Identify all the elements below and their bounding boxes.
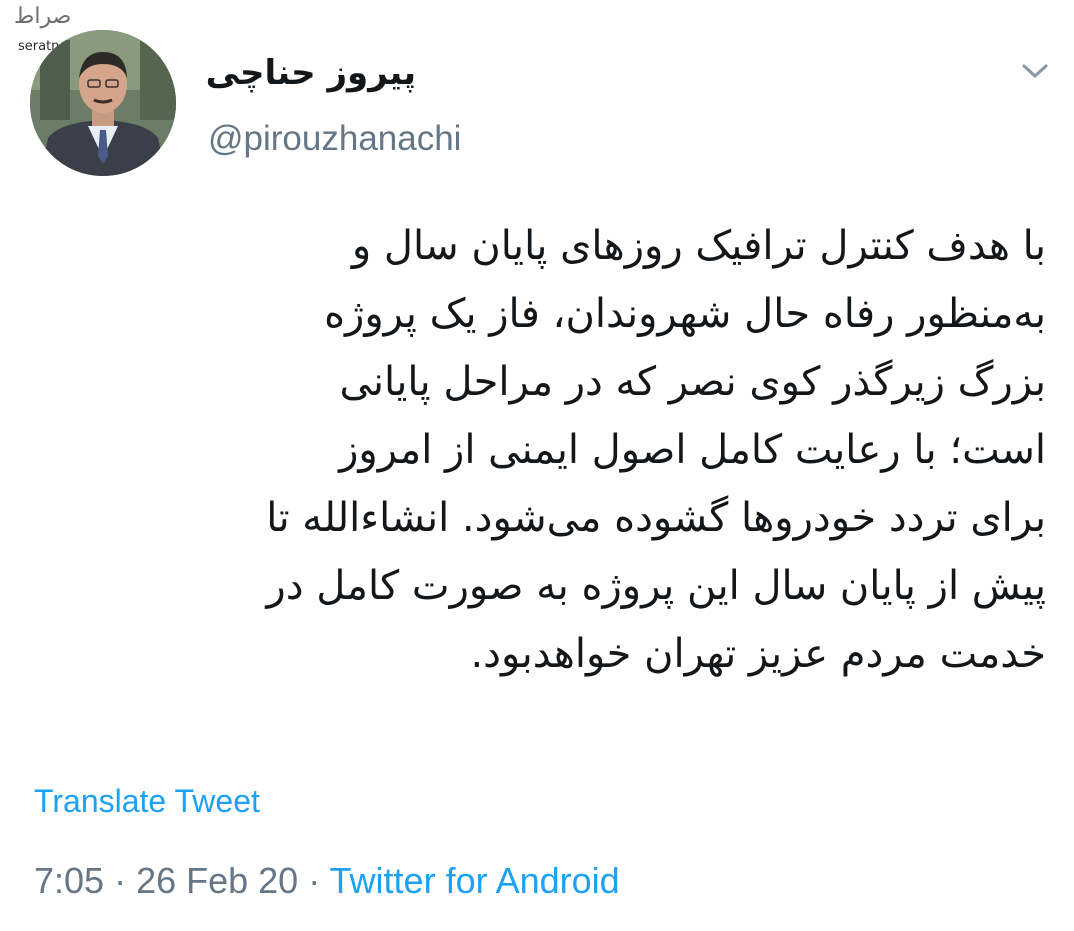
chevron-down-icon[interactable] [1018, 58, 1052, 84]
tweet-date[interactable]: 26 Feb 20 [136, 860, 298, 901]
avatar-photo [30, 30, 176, 176]
tweet-text-line: است؛ با رعایت کامل اصول ایمنی از امروز [339, 427, 1046, 473]
tweet-time[interactable]: 7:05 [34, 860, 104, 901]
meta-separator: · [104, 860, 137, 901]
meta-separator: · [298, 860, 330, 901]
tweet-text-line: خدمت مردم عزیز تهران خواهدبود. [470, 631, 1046, 677]
tweet-text-line: برای تردد خودروها گشوده می‌شود. انشاءالل… [266, 495, 1046, 541]
tweet-metadata: 7:05 · 26 Feb 20 · Twitter for Android [34, 855, 620, 907]
tweet-text-line: بزرگ زیرگذر کوی نصر که در مراحل پایانی [339, 359, 1046, 405]
tweet-source-link[interactable]: Twitter for Android [330, 860, 620, 901]
user-handle[interactable]: @pirouzhanachi [208, 116, 461, 162]
tweet-text-line: با هدف کنترل ترافیک روزهای پایان سال و [351, 223, 1046, 269]
tweet-text-line: پیش از پایان سال این پروژه به صورت کامل … [266, 563, 1046, 609]
avatar[interactable] [30, 30, 176, 176]
translate-tweet-link[interactable]: Translate Tweet [34, 778, 260, 824]
display-name[interactable]: پیروز حناچی [206, 48, 416, 98]
watermark-logo-text: صراط [14, 4, 72, 29]
tweet-text-line: به‌منظور رفاه حال شهروندان، فاز یک پروژه [324, 291, 1046, 337]
tweet-text: با هدف کنترل ترافیک روزهای پایان سال و ب… [40, 212, 1046, 688]
